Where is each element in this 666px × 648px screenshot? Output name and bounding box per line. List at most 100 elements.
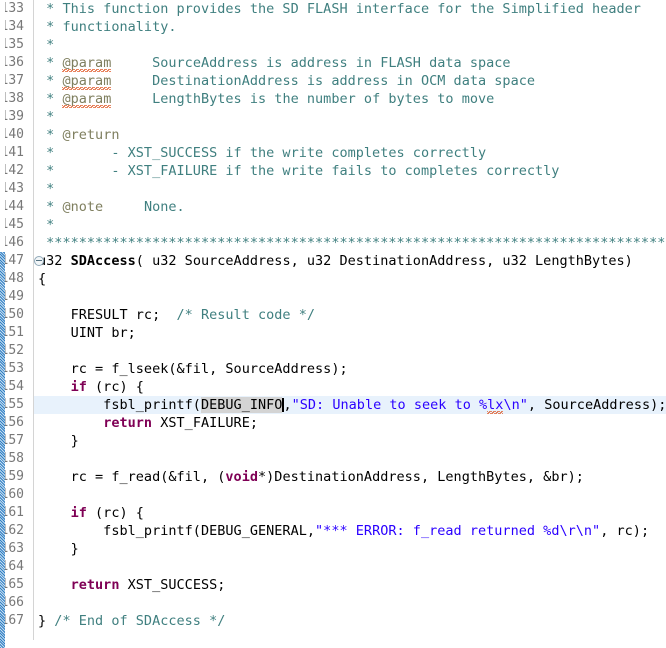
code-line[interactable]: * @param SourceAddress is address in FLA…: [0, 54, 666, 72]
code-line-text: fsbl_printf(DEBUG_GENERAL,"*** ERROR: f_…: [38, 522, 649, 540]
code-line[interactable]: rc = f_read(&fil, (void*)DestinationAddr…: [0, 468, 666, 486]
keyword-token: if: [70, 505, 87, 521]
code-line[interactable]: * functionality.: [0, 18, 666, 36]
code-line[interactable]: *: [0, 180, 666, 198]
code-token: XST_FAILURE;: [152, 415, 258, 431]
spell-error-token: @param: [62, 55, 112, 72]
code-line-text: rc = f_lseek(&fil, SourceAddress);: [38, 360, 348, 378]
code-token: fsbl_printf(: [38, 397, 201, 413]
code-line-text: if (rc) {: [38, 504, 144, 522]
code-line[interactable]: {: [0, 270, 666, 288]
code-line[interactable]: * - XST_FAILURE if the write fails to co…: [0, 162, 666, 180]
code-line-text: if (rc) {: [38, 378, 144, 396]
code-token: UINT br;: [38, 325, 136, 341]
code-line[interactable]: }: [0, 540, 666, 558]
spell-error-token: @param: [62, 91, 112, 108]
code-line-text: return XST_SUCCESS;: [38, 576, 226, 594]
code-line[interactable]: return XST_FAILURE;: [0, 414, 666, 432]
code-line-text: ****************************************…: [38, 234, 666, 252]
spell-error-token: lx: [487, 397, 504, 414]
comment-token: SourceAddress is address in FLASH data s…: [111, 55, 511, 71]
code-token: XST_SUCCESS;: [119, 577, 226, 593]
code-line-text: * - XST_FAILURE if the write fails to co…: [38, 162, 559, 180]
keyword-token: return: [103, 415, 153, 431]
code-line[interactable]: fsbl_printf(DEBUG_GENERAL,"*** ERROR: f_…: [0, 522, 666, 540]
code-line[interactable]: * - XST_SUCCESS if the write completes c…: [0, 144, 666, 162]
code-line[interactable]: *: [0, 108, 666, 126]
code-line[interactable]: [0, 288, 666, 306]
changed-lines-ruler[interactable]: [0, 0, 5, 648]
code-line[interactable]: }: [0, 432, 666, 450]
code-line[interactable]: * @note None.: [0, 198, 666, 216]
code-line[interactable]: [0, 450, 666, 468]
code-line-text: * This function provides the SD FLASH in…: [38, 0, 641, 18]
code-token: *)DestinationAddress, LengthBytes, &br);: [258, 469, 584, 485]
code-line[interactable]: * @return: [0, 126, 666, 144]
code-line[interactable]: * @param LengthBytes is the number of by…: [0, 90, 666, 108]
doc-tag-token: @return: [62, 127, 120, 143]
keyword-token: void: [225, 469, 258, 485]
code-editor[interactable]: 133 134 135 136 137 138 139 140 141 142 143 144 145 1…: [0, 0, 666, 648]
code-line[interactable]: * @param DestinationAddress is address i…: [0, 72, 666, 90]
code-line-text: rc = f_read(&fil, (void*)DestinationAddr…: [38, 468, 584, 486]
string-token: \n": [503, 397, 528, 413]
code-token: fsbl_printf(DEBUG_GENERAL,: [38, 523, 316, 539]
spell-error-token: @param: [62, 73, 112, 90]
code-line-text: * @param DestinationAddress is address i…: [38, 72, 535, 90]
code-token: , SourceAddress);: [527, 397, 666, 413]
code-token: ( u32 SourceAddress, u32 DestinationAddr…: [135, 253, 633, 269]
comment-token: /* Result code */: [176, 307, 316, 323]
code-line[interactable]: [0, 342, 666, 360]
comment-token: * - XST_SUCCESS if the write completes c…: [38, 145, 487, 161]
code-line-text: FRESULT rc; /* Result code */: [38, 306, 315, 324]
code-token: FRESULT rc;: [38, 307, 177, 323]
line-number-gutter[interactable]: 133 134 135 136 137 138 139 140 141 142 143 144 145 1…: [0, 0, 34, 640]
string-token: "*** ERROR: f_read returned %d\r\n": [315, 523, 601, 539]
code-token: ,: [283, 397, 292, 413]
code-line-text: * functionality.: [38, 18, 177, 36]
occurrence-highlight: DEBUG_INFO: [200, 397, 283, 413]
code-token: (rc) {: [86, 379, 144, 395]
code-line-text: * @return: [38, 126, 120, 144]
code-token: (rc) {: [86, 505, 144, 521]
code-line[interactable]: * This function provides the SD FLASH in…: [0, 0, 666, 18]
code-line[interactable]: u32 SDAccess( u32 SourceAddress, u32 Des…: [0, 252, 666, 270]
code-line[interactable]: } /* End of SDAccess */: [0, 612, 666, 630]
comment-token: DestinationAddress is address in OCM dat…: [111, 73, 536, 89]
code-line[interactable]: return XST_SUCCESS;: [0, 576, 666, 594]
code-line-text: * @param LengthBytes is the number of by…: [38, 90, 494, 108]
fold-collapse-icon[interactable]: [34, 256, 44, 266]
code-line[interactable]: rc = f_lseek(&fil, SourceAddress);: [0, 360, 666, 378]
doc-tag-token: @note: [62, 199, 104, 215]
code-line[interactable]: if (rc) {: [0, 378, 666, 396]
code-line-text: fsbl_printf(DEBUG_INFO,"SD: Unable to se…: [38, 396, 666, 414]
code-line[interactable]: UINT br;: [0, 324, 666, 342]
code-line-text: return XST_FAILURE;: [38, 414, 258, 432]
code-line[interactable]: ****************************************…: [0, 234, 666, 252]
code-token: rc = f_read(&fil, (: [38, 469, 226, 485]
code-line[interactable]: FRESULT rc; /* Result code */: [0, 306, 666, 324]
comment-token: ****************************************…: [38, 235, 666, 251]
code-line-current[interactable]: fsbl_printf(DEBUG_INFO,"SD: Unable to se…: [0, 396, 666, 414]
code-line-text: u32 SDAccess( u32 SourceAddress, u32 Des…: [38, 252, 633, 270]
comment-token: /* End of SDAccess */: [54, 613, 226, 629]
code-line[interactable]: *: [0, 216, 666, 234]
comment-token: * functionality.: [38, 19, 177, 35]
changed-lines-stripe: [0, 252, 5, 648]
code-token: rc = f_lseek(&fil, SourceAddress);: [38, 361, 348, 377]
code-line[interactable]: *: [0, 36, 666, 54]
code-line-text: * @param SourceAddress is address in FLA…: [38, 54, 511, 72]
code-line[interactable]: [0, 594, 666, 612]
string-token: "SD: Unable to seek to %: [291, 397, 488, 413]
code-line[interactable]: if (rc) {: [0, 504, 666, 522]
code-line[interactable]: [0, 558, 666, 576]
keyword-token: return: [70, 577, 120, 593]
code-token: , rc);: [600, 523, 650, 539]
code-line[interactable]: [0, 486, 666, 504]
code-line-text: * - XST_SUCCESS if the write completes c…: [38, 144, 486, 162]
code-text-area[interactable]: * This function provides the SD FLASH in…: [0, 0, 666, 640]
function-name-token: SDAccess: [70, 253, 136, 269]
code-line-text: * @note None.: [38, 198, 185, 216]
folding-marker-column[interactable]: [33, 0, 45, 640]
